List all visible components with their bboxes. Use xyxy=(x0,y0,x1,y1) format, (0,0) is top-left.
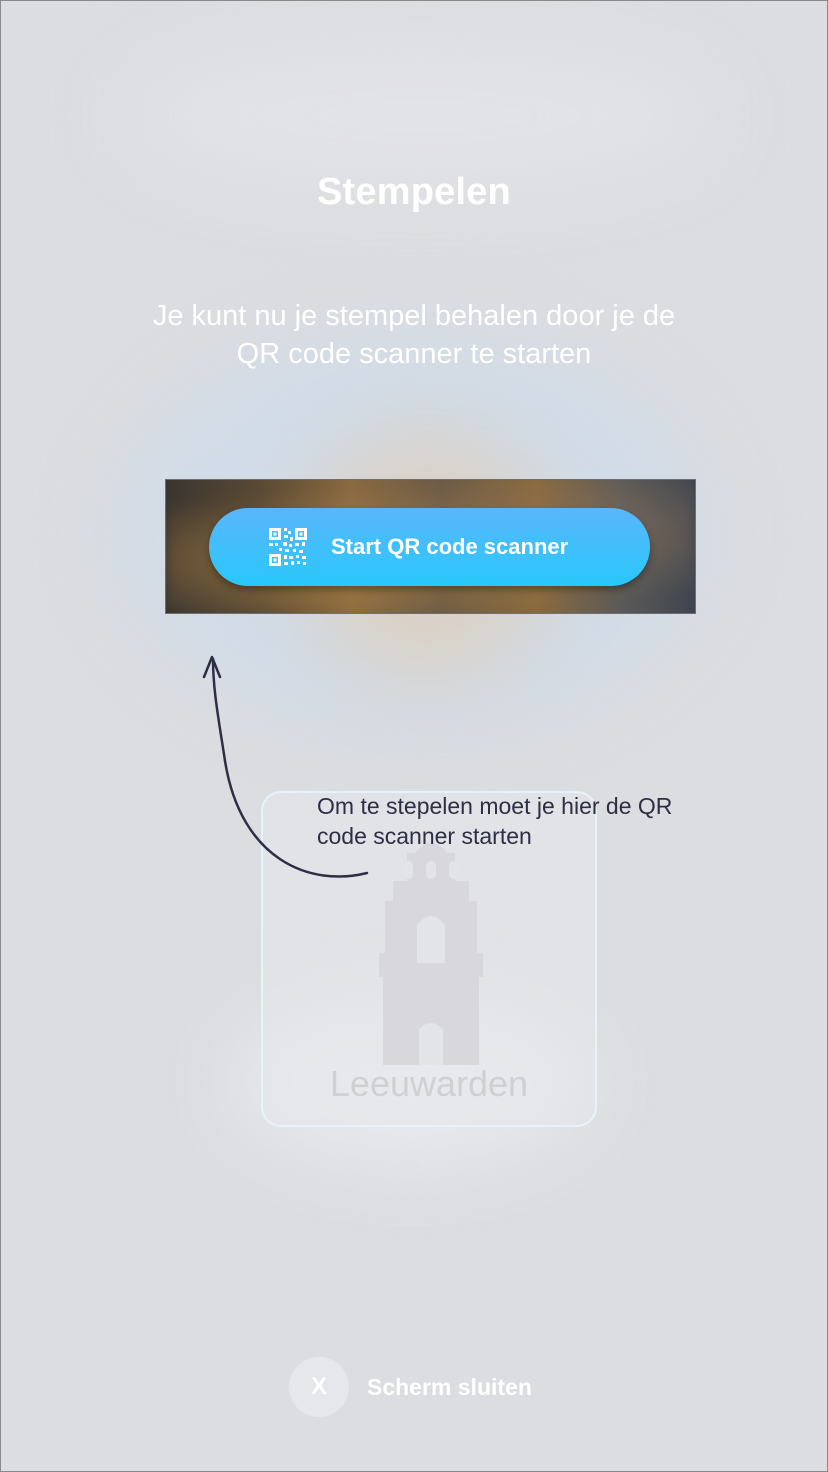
tower-icon xyxy=(379,843,483,1065)
close-screen-label[interactable]: Scherm sluiten xyxy=(367,1374,532,1401)
stamp-location-label: Leeuwarden xyxy=(329,1063,529,1104)
blurred-background xyxy=(1,1,827,1471)
annotation-note: Om te stepelen moet je hier de QR code s… xyxy=(317,793,673,849)
close-icon[interactable]: X xyxy=(289,1357,349,1417)
app-screen: Stempelen Je kunt nu je stempel behalen … xyxy=(0,0,828,1472)
start-qr-scanner-label: Start QR code scanner xyxy=(331,534,569,559)
qr-code-icon xyxy=(269,528,307,566)
scanner-highlight-frame: Start QR code scanner xyxy=(165,479,696,614)
close-screen-button[interactable]: X Scherm sluiten xyxy=(289,1357,532,1417)
hint-arrow-icon xyxy=(202,655,369,878)
start-qr-scanner-button[interactable]: Start QR code scanner xyxy=(209,508,650,586)
page-title: Stempelen xyxy=(317,171,511,213)
instruction-text: Je kunt nu je stempel behalen door je de… xyxy=(152,300,676,370)
